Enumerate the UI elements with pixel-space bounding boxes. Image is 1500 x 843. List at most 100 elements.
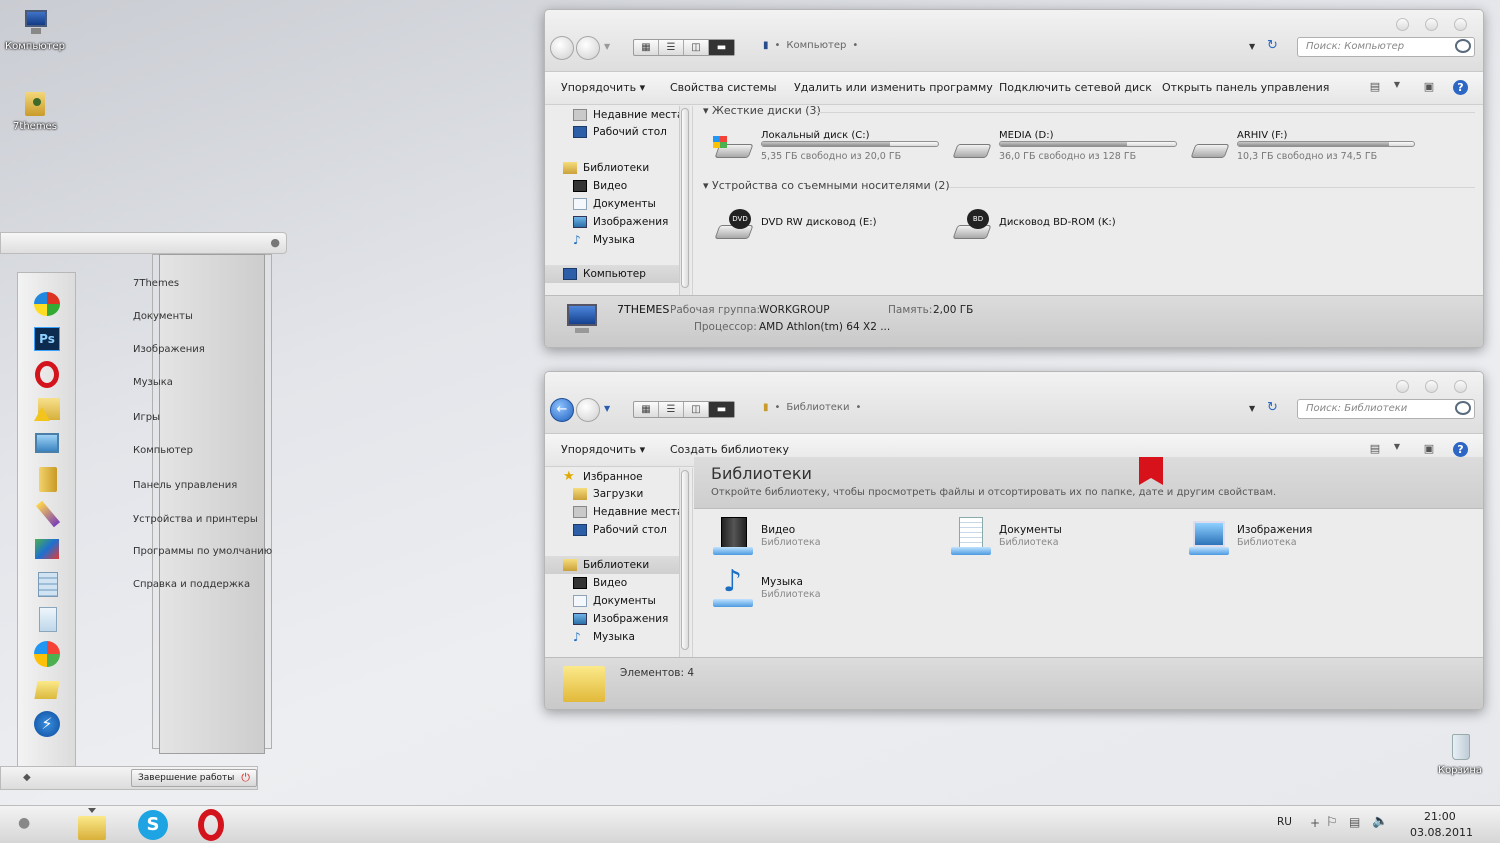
change-view-icon[interactable]: ▤ [1367, 442, 1383, 456]
view-dropdown-icon[interactable]: ▼ [1389, 442, 1405, 456]
minimize-button[interactable] [1396, 18, 1409, 31]
app-pen-tool-icon[interactable] [32, 500, 62, 528]
language-indicator[interactable]: RU [1277, 816, 1292, 828]
view-dropdown-icon[interactable]: ▼ [1389, 80, 1405, 94]
view-icons-icon[interactable]: ▦ [634, 402, 659, 417]
drive-k-bd[interactable]: BD Дисковод BD-ROM (K:) [949, 203, 1179, 243]
close-button[interactable] [1454, 18, 1467, 31]
address-bar[interactable]: ▮ • Компьютер • [763, 40, 858, 51]
organize-button[interactable]: Упорядочить ▾ [561, 81, 645, 94]
address-dropdown-icon[interactable]: ▼ [1249, 42, 1255, 51]
map-network-drive-button[interactable]: Подключить сетевой диск [999, 81, 1152, 94]
taskbar-opera-icon[interactable] [198, 809, 224, 841]
nav-scrollbar[interactable] [679, 468, 690, 658]
nav-libraries[interactable]: Библиотеки [545, 556, 679, 574]
desktop-7themes-icon[interactable]: 7themes [0, 88, 70, 132]
preview-pane-icon[interactable]: ▣ [1421, 80, 1437, 94]
nav-libraries[interactable]: Библиотеки [563, 159, 697, 177]
start-item-default-programs[interactable]: Программы по умолчанию [133, 546, 272, 557]
address-dropdown-icon[interactable]: ▼ [1249, 404, 1255, 413]
start-menu-search-bar[interactable]: ● [0, 232, 287, 254]
search-icon[interactable] [1455, 39, 1471, 53]
help-icon[interactable]: ? [1453, 80, 1468, 95]
refresh-icon[interactable]: ↻ [1267, 400, 1278, 415]
address-text[interactable]: Компьютер [786, 40, 846, 51]
app-calculator-icon[interactable] [32, 570, 62, 598]
drive-d[interactable]: MEDIA (D:) 36,0 ГБ свободно из 128 ГБ [949, 130, 1179, 170]
drive-e-dvd[interactable]: DVD DVD RW дисковод (E:) [711, 203, 941, 243]
maximize-button[interactable] [1425, 18, 1438, 31]
clock-date[interactable]: 03.08.2011 [1410, 826, 1473, 839]
maximize-button[interactable] [1425, 380, 1438, 393]
library-pictures[interactable]: Изображения Библиотека [1187, 515, 1387, 559]
start-button-icon[interactable]: ● [18, 815, 30, 831]
start-item-pictures[interactable]: Изображения [133, 344, 205, 355]
view-preview-icon[interactable]: ▬ [709, 402, 734, 417]
view-preview-icon[interactable]: ▬ [709, 40, 734, 55]
drive-f[interactable]: ARHIV (F:) 10,3 ГБ свободно из 74,5 ГБ [1187, 130, 1417, 170]
desktop-recycle-icon[interactable]: Корзина [1425, 732, 1495, 776]
history-dropdown-icon[interactable]: ▼ [604, 404, 610, 413]
app-opera-icon[interactable] [32, 360, 62, 388]
drive-c[interactable]: Локальный диск (C:) 5,35 ГБ свободно из … [711, 130, 941, 170]
preview-pane-icon[interactable]: ▣ [1421, 442, 1437, 456]
help-icon[interactable]: ? [1453, 442, 1468, 457]
app-folders-icon[interactable] [32, 675, 62, 703]
app-folder-icon[interactable] [32, 465, 62, 493]
view-columns-icon[interactable]: ◫ [684, 402, 709, 417]
app-windows-icon[interactable] [32, 640, 62, 668]
app-lightning-icon[interactable]: ⚡ [32, 710, 62, 738]
nav-scrollbar[interactable] [679, 106, 690, 296]
system-properties-button[interactable]: Свойства системы [670, 81, 777, 94]
library-music[interactable]: ♪ Музыка Библиотека [711, 567, 911, 611]
clock-time[interactable]: 21:00 [1424, 810, 1456, 823]
organize-button[interactable]: Упорядочить ▾ [561, 443, 645, 456]
minimize-button[interactable] [1396, 380, 1409, 393]
app-document-icon[interactable] [32, 605, 62, 633]
forward-button[interactable] [576, 398, 600, 422]
start-item-documents[interactable]: Документы [133, 311, 193, 322]
taskbar-explorer-icon[interactable] [76, 808, 106, 840]
library-video[interactable]: Видео Библиотека [711, 515, 911, 559]
app-network-icon[interactable] [32, 430, 62, 458]
app-picasa-icon[interactable] [32, 290, 62, 318]
start-item-devices-printers[interactable]: Устройства и принтеры [133, 514, 258, 525]
section-hard-drives[interactable]: ▾ Жесткие диски (3) [703, 104, 821, 117]
start-item-control-panel[interactable]: Панель управления [133, 480, 237, 491]
action-center-flag-icon[interactable]: ⚐ [1326, 815, 1338, 830]
tray-expand-icon[interactable]: + [1310, 816, 1320, 830]
shutdown-button[interactable]: Завершение работы ⏻ [131, 769, 257, 787]
search-icon[interactable] [1455, 401, 1471, 415]
section-removable[interactable]: ▾ Устройства со съемными носителями (2) [703, 179, 950, 192]
close-button[interactable] [1454, 380, 1467, 393]
start-item-games[interactable]: Игры [133, 412, 160, 423]
view-columns-icon[interactable]: ◫ [684, 40, 709, 55]
nav-computer[interactable]: Компьютер [545, 265, 679, 283]
change-view-icon[interactable]: ▤ [1367, 80, 1383, 94]
back-button[interactable] [550, 36, 574, 60]
open-control-panel-button[interactable]: Открыть панель управления [1162, 81, 1329, 94]
start-item-music[interactable]: Музыка [133, 377, 173, 388]
view-list-icon[interactable]: ☰ [659, 402, 684, 417]
taskbar-skype-icon[interactable]: S [138, 810, 168, 840]
start-item-7themes[interactable]: 7Themes [133, 278, 179, 289]
app-control-panel-icon[interactable] [32, 535, 62, 563]
history-dropdown-icon[interactable]: ▼ [604, 42, 610, 51]
nav-favorites[interactable]: ★ Избранное [563, 468, 697, 486]
network-icon[interactable]: ▤ [1349, 815, 1360, 829]
app-warning-folder-icon[interactable] [32, 395, 62, 423]
back-button[interactable]: ← [550, 398, 574, 422]
view-mode-group[interactable]: ▦ ☰ ◫ ▬ [633, 401, 735, 418]
search-input[interactable]: Поиск: Компьютер [1297, 37, 1475, 57]
address-bar[interactable]: ▮ • Библиотеки • [763, 402, 861, 413]
start-item-help[interactable]: Справка и поддержка [133, 579, 250, 590]
desktop-computer-icon[interactable]: Компьютер [0, 8, 70, 52]
uninstall-program-button[interactable]: Удалить или изменить программу [794, 81, 993, 94]
create-library-button[interactable]: Создать библиотеку [670, 443, 789, 456]
all-programs-arrow-icon[interactable]: ◆ [23, 772, 31, 783]
volume-icon[interactable]: 🔈 [1372, 814, 1388, 829]
start-item-computer[interactable]: Компьютер [133, 445, 193, 456]
view-icons-icon[interactable]: ▦ [634, 40, 659, 55]
app-photoshop-icon[interactable]: Ps [32, 325, 62, 353]
forward-button[interactable] [576, 36, 600, 60]
